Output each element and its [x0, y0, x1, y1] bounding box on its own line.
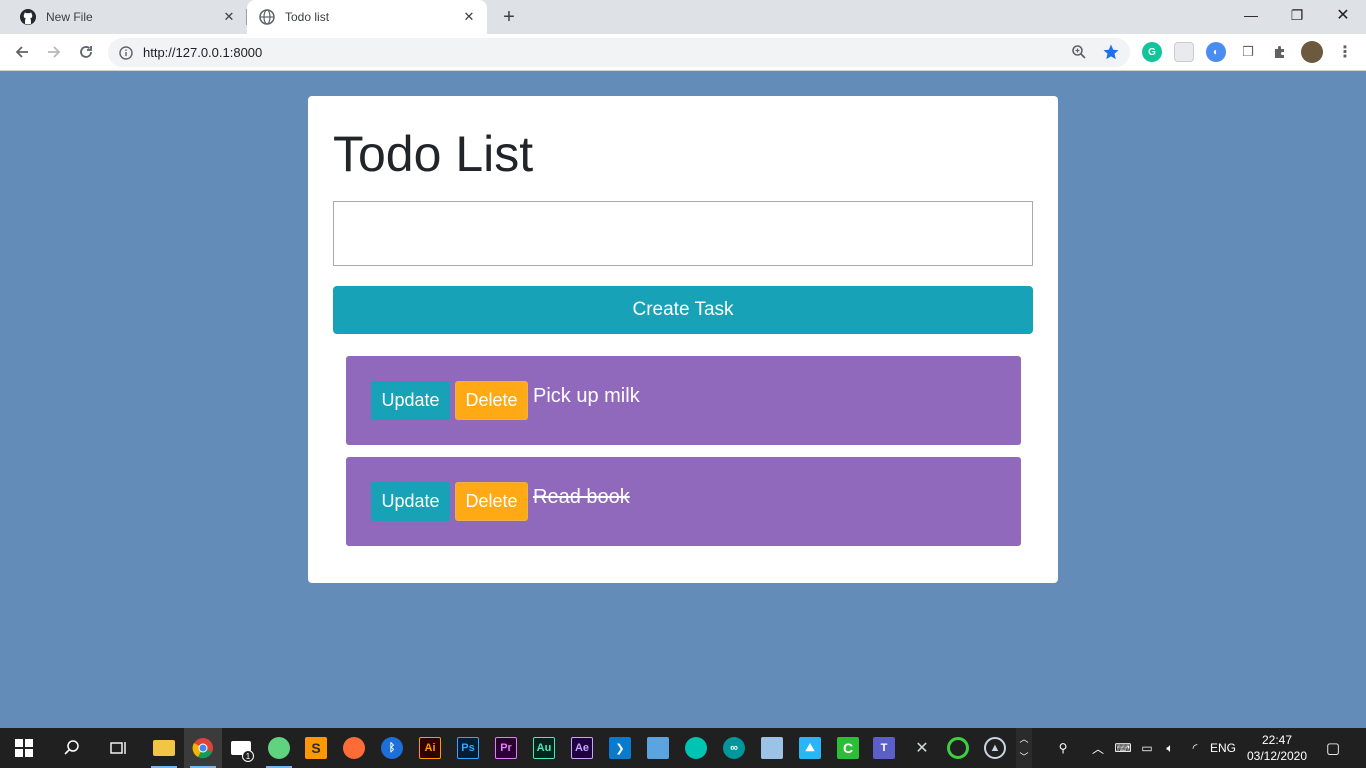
- avatar[interactable]: [1301, 41, 1323, 63]
- bookmark-star-icon[interactable]: [1101, 42, 1121, 62]
- virtualbox-icon[interactable]: [753, 728, 791, 768]
- app-icon[interactable]: [939, 728, 977, 768]
- restore-button[interactable]: ❐: [1274, 0, 1320, 30]
- mail-icon[interactable]: 1: [222, 728, 260, 768]
- info-icon[interactable]: [118, 45, 134, 61]
- atom-icon[interactable]: [260, 728, 298, 768]
- close-icon[interactable]: ✕: [221, 9, 237, 25]
- menu-dots-icon[interactable]: ⋮: [1335, 42, 1355, 62]
- zoom-icon[interactable]: [1069, 42, 1089, 62]
- new-tab-button[interactable]: +: [497, 5, 521, 29]
- page-title: Todo List: [333, 126, 534, 182]
- mail-badge: 1: [242, 750, 254, 762]
- url-text: http://127.0.0.1:8000: [143, 45, 263, 60]
- camtasia-icon[interactable]: C: [829, 728, 867, 768]
- app-icon[interactable]: ✕: [903, 728, 941, 768]
- app-icon[interactable]: ⛰: [791, 728, 829, 768]
- back-button[interactable]: [9, 39, 35, 65]
- close-window-button[interactable]: ✕: [1320, 0, 1366, 30]
- teams-icon[interactable]: T: [865, 728, 903, 768]
- start-button[interactable]: [5, 728, 43, 768]
- bluetooth-icon[interactable]: ᛒ: [373, 728, 411, 768]
- address-bar[interactable]: http://127.0.0.1:8000: [108, 38, 1130, 67]
- language-indicator[interactable]: ENG: [1208, 728, 1238, 768]
- update-button[interactable]: Update: [371, 482, 450, 521]
- tab-title: Todo list: [285, 10, 330, 24]
- windows-taskbar: 1 S ᛒ Ai Ps Pr Au Ae ❯ ∞ ⛰ C T ✕ ▲ ︿ ﹀ ⚲…: [0, 728, 1366, 768]
- remote-desktop-icon[interactable]: [639, 728, 677, 768]
- task-row: Update Delete Pick up milk: [346, 356, 1021, 445]
- app-icon[interactable]: [677, 728, 715, 768]
- arrow-right-icon: [48, 46, 61, 58]
- globe-icon: [259, 9, 275, 25]
- after-effects-icon[interactable]: Ae: [563, 728, 601, 768]
- notifications-icon[interactable]: ▢: [1320, 728, 1346, 768]
- taskbar-scroll[interactable]: ︿ ﹀: [1016, 728, 1032, 768]
- wifi-icon[interactable]: ◜: [1184, 728, 1206, 768]
- app-icon[interactable]: ▲: [976, 728, 1014, 768]
- delete-button[interactable]: Delete: [455, 381, 528, 420]
- task-text-completed[interactable]: Read book: [533, 486, 630, 509]
- extension-icon[interactable]: [1174, 42, 1194, 62]
- close-icon[interactable]: ✕: [461, 9, 477, 25]
- volume-icon[interactable]: 🔈︎: [1160, 728, 1180, 768]
- create-task-button[interactable]: Create Task: [333, 286, 1033, 334]
- premiere-icon[interactable]: Pr: [487, 728, 525, 768]
- task-input[interactable]: [333, 201, 1033, 266]
- task-view-icon[interactable]: [100, 728, 138, 768]
- grammarly-extension-icon[interactable]: G: [1142, 42, 1162, 62]
- extension-icon[interactable]: ◐: [1206, 42, 1226, 62]
- file-explorer-icon[interactable]: [145, 728, 183, 768]
- browser-tab-todo-list[interactable]: Todo list ✕: [247, 0, 487, 34]
- windows-icon: [15, 739, 33, 757]
- reload-button[interactable]: [73, 39, 99, 65]
- network-ime-icon[interactable]: ⌨: [1112, 728, 1134, 768]
- task-text[interactable]: Pick up milk: [533, 385, 640, 408]
- github-icon: [20, 9, 36, 25]
- browser-tab-strip: New File ✕ Todo list ✕ + — ❐ ✕: [0, 0, 1366, 34]
- chrome-icon[interactable]: [184, 728, 222, 768]
- browser-tab-new-file[interactable]: New File ✕: [0, 0, 247, 34]
- clock[interactable]: 22:47 03/12/2020: [1244, 732, 1310, 764]
- clock-date: 03/12/2020: [1246, 749, 1308, 763]
- sublime-text-icon[interactable]: S: [297, 728, 335, 768]
- illustrator-icon[interactable]: Ai: [411, 728, 449, 768]
- task-row: Update Delete Read book: [346, 457, 1021, 546]
- photoshop-icon[interactable]: Ps: [449, 728, 487, 768]
- postman-icon[interactable]: [335, 728, 373, 768]
- browser-toolbar: http://127.0.0.1:8000 G ◐ ❒ ⋮: [0, 34, 1366, 71]
- people-icon[interactable]: ⚲: [1050, 728, 1076, 768]
- minimize-button[interactable]: —: [1228, 0, 1274, 30]
- delete-button[interactable]: Delete: [455, 482, 528, 521]
- extension-icon[interactable]: ❒: [1238, 42, 1258, 62]
- reload-icon: [80, 46, 92, 58]
- clock-time: 22:47: [1261, 733, 1293, 747]
- search-icon[interactable]: [53, 728, 91, 768]
- puzzle-icon[interactable]: [1270, 42, 1290, 62]
- forward-button[interactable]: [41, 39, 67, 65]
- audition-icon[interactable]: Au: [525, 728, 563, 768]
- todo-card: Todo List Create Task Update Delete Pick…: [308, 96, 1058, 583]
- arrow-left-icon: [15, 46, 28, 58]
- vscode-icon[interactable]: ❯: [601, 728, 639, 768]
- tab-title: New File: [46, 10, 93, 24]
- battery-icon[interactable]: ▭: [1136, 728, 1158, 768]
- update-button[interactable]: Update: [371, 381, 450, 420]
- chevron-up-icon[interactable]: ︿: [1088, 728, 1108, 768]
- arduino-icon[interactable]: ∞: [715, 728, 753, 768]
